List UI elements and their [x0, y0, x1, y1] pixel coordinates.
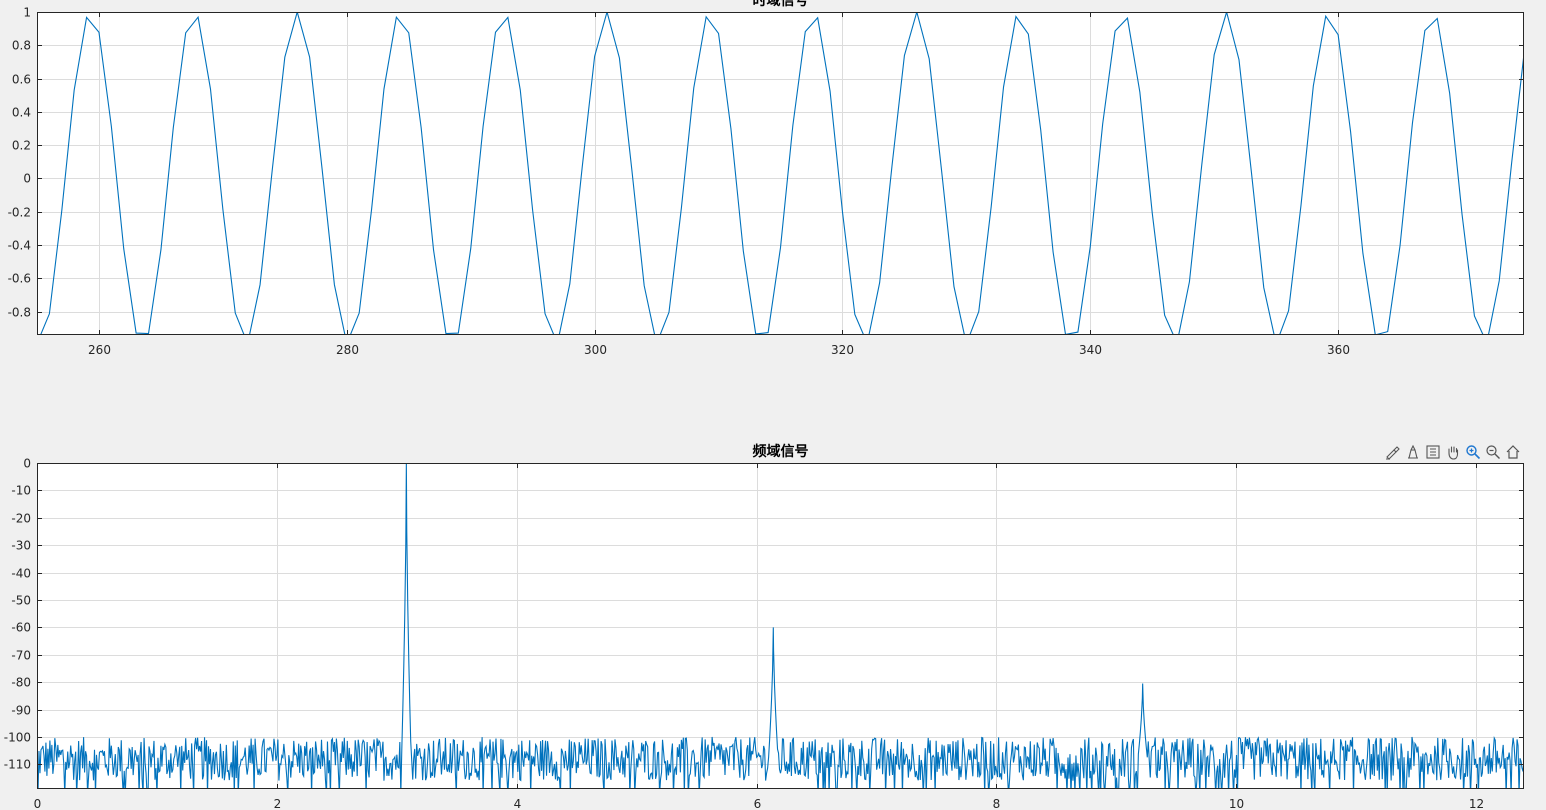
x-tick-label: 260 [88, 343, 111, 357]
y-tick-label: -0.8 [8, 306, 31, 320]
zoom-out-button[interactable] [1484, 443, 1502, 461]
home-icon [1506, 445, 1520, 459]
y-tick-label: -0.6 [8, 272, 31, 286]
pan-hand-icon [1448, 446, 1459, 460]
y-tick-label: -30 [11, 539, 31, 553]
x-tick-label: 8 [993, 797, 1001, 810]
frequency-domain-title: 频域信号 [753, 443, 809, 460]
y-tick-label: 0.8 [12, 39, 31, 53]
data-tip-button[interactable] [1404, 443, 1422, 461]
x-tick-label: 360 [1327, 343, 1350, 357]
y-tick-label: 0 [23, 457, 31, 471]
y-tick-label: -50 [11, 594, 31, 608]
x-tick-label: 340 [1079, 343, 1102, 357]
y-tick-label: -10 [11, 484, 31, 498]
y-tick-label: -110 [4, 758, 31, 772]
y-tick-label: -70 [11, 649, 31, 663]
zoom-in-icon [1466, 445, 1481, 460]
zoom-in-button[interactable] [1464, 443, 1482, 461]
y-tick-label: -60 [11, 621, 31, 635]
time-domain-title: 时域信号 [753, 0, 809, 9]
y-tick-label: 1 [23, 6, 31, 20]
y-tick-label: -20 [11, 512, 31, 526]
y-tick-label: -0.2 [8, 206, 31, 220]
x-tick-label: 12 [1469, 797, 1484, 810]
frequency-domain-axes[interactable]: 0 2 4 6 8 10 12 0 -10 -20 -30 -40 -50 -60 -70 -80 -90 -10… [4, 443, 1524, 810]
pan-button[interactable] [1444, 443, 1462, 461]
x-tick-label: 320 [831, 343, 854, 357]
legend-button[interactable] [1424, 443, 1442, 461]
y-tick-label: -80 [11, 676, 31, 690]
x-tick-label: 300 [584, 343, 607, 357]
brush-button[interactable] [1384, 443, 1402, 461]
axes-toolbar [1384, 442, 1522, 462]
x-tick-label: 280 [336, 343, 359, 357]
x-tick-label: 10 [1229, 797, 1244, 810]
x-tick-label: 2 [274, 797, 282, 810]
y-tick-label: 0.6 [12, 73, 31, 87]
home-button[interactable] [1504, 443, 1522, 461]
y-tick-label: -0.4 [8, 239, 31, 253]
data-tip-icon [1408, 444, 1418, 459]
frequency-domain-plot-area [37, 463, 1524, 789]
legend-icon [1426, 445, 1440, 459]
y-tick-label: 0.2 [12, 139, 31, 153]
brush-icon [1386, 446, 1400, 460]
figure-canvas: 260 280 300 320 340 360-0.8-0.6-0.4-0.200.20.… [4, 0, 1524, 810]
zoom-out-icon [1486, 445, 1500, 459]
y-tick-label: 0.4 [12, 106, 31, 120]
y-tick-label: -40 [11, 567, 31, 581]
time-domain-axes[interactable]: 260 280 300 320 340 360 -0.8 -0.6 -0.4 -0.2 0 0.2 0.… [8, 0, 1524, 357]
x-tick-label: 4 [514, 797, 522, 810]
x-tick-label: 0 [34, 797, 42, 810]
y-tick-label: 0 [23, 172, 31, 186]
y-tick-label: -100 [4, 731, 31, 745]
x-tick-label: 6 [754, 797, 762, 810]
y-tick-label: -90 [11, 704, 31, 718]
